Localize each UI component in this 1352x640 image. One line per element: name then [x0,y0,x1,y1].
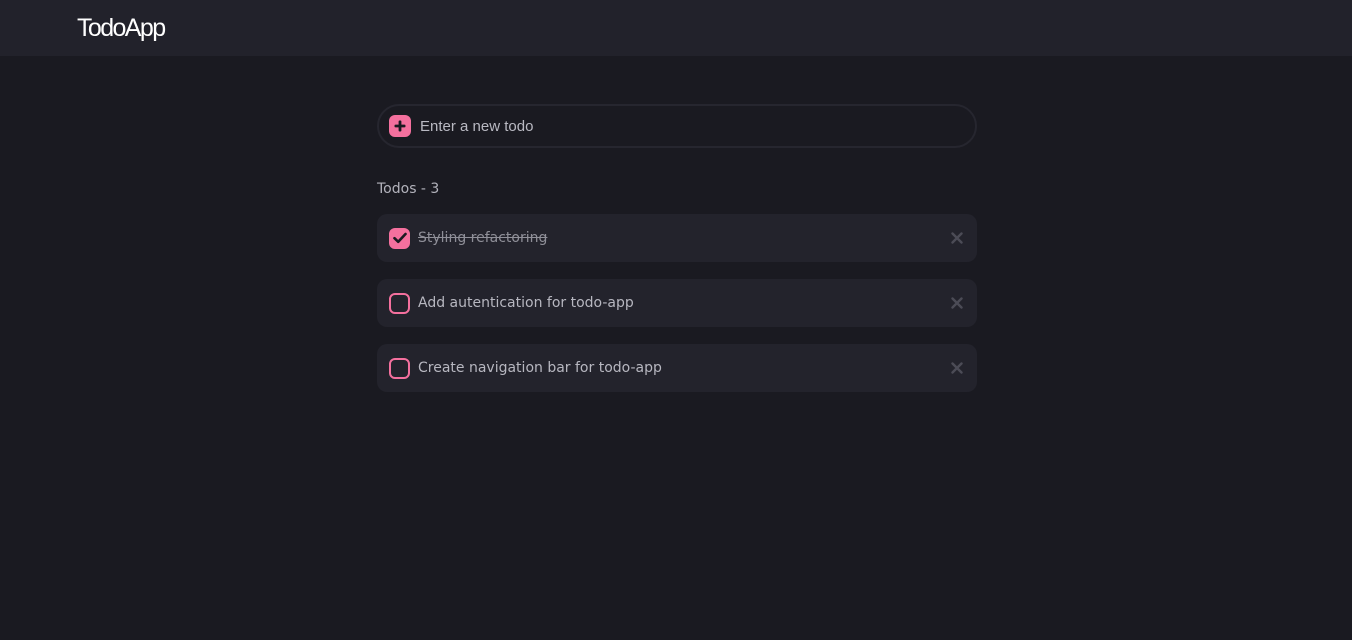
new-todo-input[interactable] [420,117,940,135]
todo-item: Add autentication for todo-app [377,279,977,327]
new-todo-bar[interactable] [377,104,977,148]
todo-list: Styling refactoring Add autentication fo… [377,214,977,392]
todo-main: Todos - 3 Styling refactoring Add autent… [377,104,977,392]
todos-count: Todos - 3 [377,181,440,197]
close-icon[interactable] [949,360,965,376]
todo-item: Styling refactoring [377,214,977,262]
todo-item: Create navigation bar for todo-app [377,344,977,392]
checkbox-icon[interactable] [389,357,410,379]
close-icon[interactable] [949,295,965,311]
checkbox-checked-icon[interactable] [389,227,410,249]
todo-text: Styling refactoring [418,230,548,246]
checkbox-icon[interactable] [389,292,410,314]
todo-text: Add autentication for todo-app [418,295,634,311]
plus-icon[interactable] [389,115,411,137]
todo-text: Create navigation bar for todo-app [418,360,662,376]
close-icon[interactable] [949,230,965,246]
top-navbar: TodoApp [0,0,1352,56]
app-logo[interactable]: TodoApp [77,14,166,43]
